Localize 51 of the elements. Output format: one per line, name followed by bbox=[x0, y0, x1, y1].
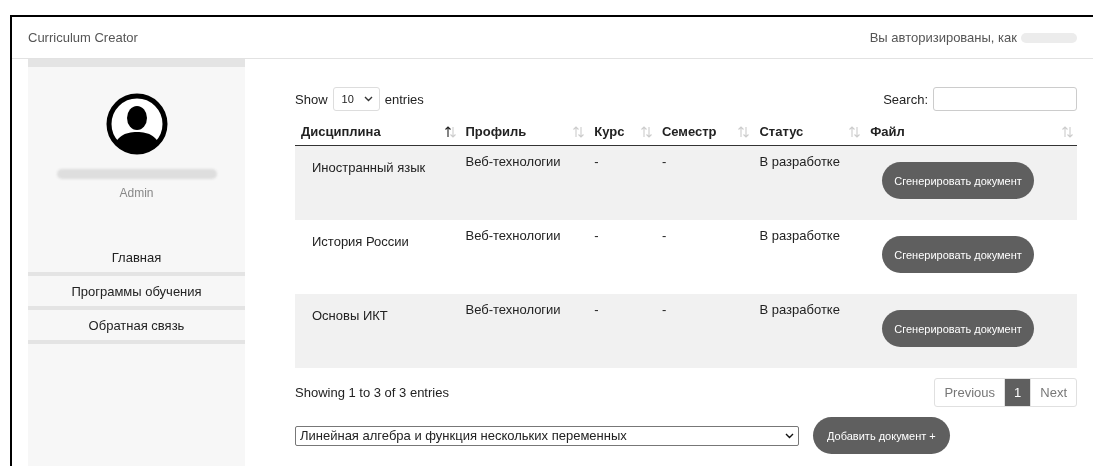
column-header[interactable]: Дисциплина bbox=[295, 120, 460, 146]
auth-text: Вы авторизированы, как bbox=[869, 30, 1017, 45]
chevron-down-icon bbox=[785, 432, 794, 439]
column-label: Файл bbox=[870, 124, 905, 139]
table-cell: - bbox=[661, 228, 667, 243]
column-label: Курс bbox=[594, 124, 625, 139]
table-cell: Веб-технологии bbox=[465, 228, 561, 243]
column-header[interactable]: Профиль bbox=[459, 120, 589, 146]
column-header[interactable]: Статус bbox=[753, 120, 865, 146]
table-cell: В разработке bbox=[759, 154, 840, 169]
chevron-down-icon bbox=[363, 96, 373, 102]
app-title: Curriculum Creator bbox=[28, 30, 138, 45]
page-size-select[interactable]: 10 bbox=[332, 87, 380, 111]
user-avatar-icon bbox=[105, 93, 168, 155]
column-label: Семестр bbox=[661, 124, 717, 139]
pagination-button[interactable]: Next bbox=[1030, 379, 1076, 406]
generate-document-button[interactable]: Сгенерировать документ bbox=[882, 162, 1034, 199]
user-role: Admin bbox=[118, 186, 155, 200]
search-field[interactable] bbox=[933, 87, 1077, 111]
add-document-button[interactable]: Добавить документ + bbox=[813, 417, 950, 454]
generate-document-button[interactable]: Сгенерировать документ bbox=[882, 310, 1034, 347]
entries-label: entries bbox=[384, 91, 424, 107]
pagination-button[interactable]: Previous bbox=[935, 379, 1005, 406]
table-info: Showing 1 to 3 of 3 entries bbox=[295, 385, 449, 400]
pagination-button[interactable]: 1 bbox=[1004, 379, 1031, 406]
table-cell: Основы ИКТ bbox=[312, 308, 388, 323]
table-cell: Веб-технологии bbox=[465, 302, 561, 317]
show-label: Show bbox=[295, 91, 328, 107]
table-cell: История России bbox=[312, 234, 409, 249]
column-label: Статус bbox=[759, 124, 804, 139]
search-label: Search: bbox=[883, 91, 928, 107]
table-cell: - bbox=[661, 154, 667, 169]
sort-icon[interactable] bbox=[444, 125, 456, 138]
table-cell: В разработке bbox=[759, 228, 840, 243]
table-cell: - bbox=[594, 302, 599, 317]
table-cell: В разработке bbox=[759, 302, 840, 317]
sidebar-item[interactable]: Программы обучения bbox=[28, 276, 245, 310]
table-cell: - bbox=[594, 228, 599, 243]
column-label: Дисциплина bbox=[301, 124, 381, 139]
column-header[interactable]: Курс bbox=[588, 120, 656, 146]
table-cell: - bbox=[661, 302, 667, 317]
table-cell: - bbox=[594, 154, 599, 169]
discipline-select[interactable]: Линейная алгебра и функция нескольких переменных bbox=[295, 425, 799, 446]
column-header[interactable]: Семестр bbox=[655, 120, 754, 146]
column-label: Профиль bbox=[465, 124, 527, 139]
sidebar-item[interactable]: Главная bbox=[28, 242, 245, 276]
sidebar-item[interactable]: Обратная связь bbox=[28, 310, 245, 344]
table-cell: Иностранный язык bbox=[312, 160, 426, 175]
generate-document-button[interactable]: Сгенерировать документ bbox=[882, 236, 1034, 273]
table-cell: Веб-технологии bbox=[465, 154, 561, 169]
column-header[interactable]: Файл bbox=[864, 120, 1077, 146]
